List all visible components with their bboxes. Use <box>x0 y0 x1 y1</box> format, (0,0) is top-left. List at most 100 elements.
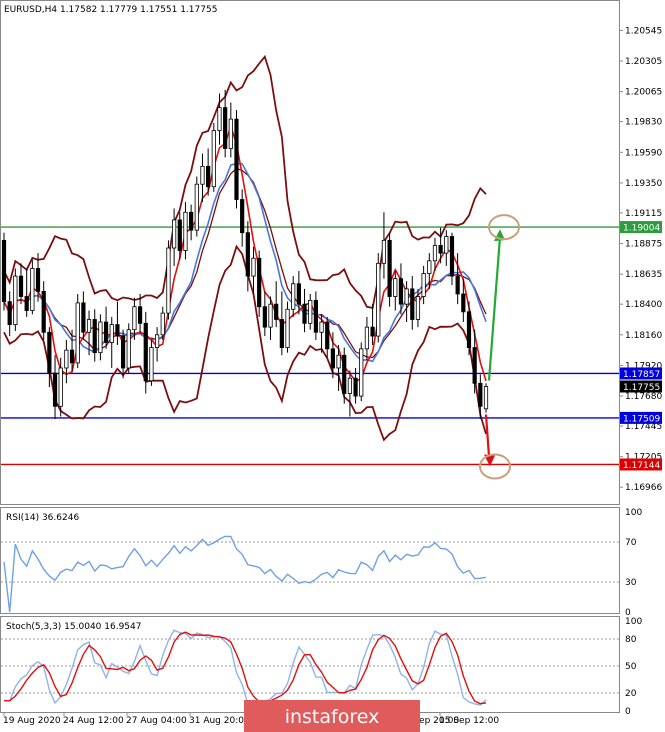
price-tick-label: 1.20545 <box>625 26 662 36</box>
candle-body <box>444 236 449 254</box>
candle-body <box>18 275 24 297</box>
level-tag-label: 1.17509 <box>623 414 660 424</box>
rsi-pane-frame <box>0 507 620 614</box>
candle-body <box>262 306 267 328</box>
candle-body <box>342 354 347 394</box>
candle-body <box>103 321 109 343</box>
candle-body <box>478 382 483 407</box>
candle-body <box>92 319 97 354</box>
target-circle-down <box>479 453 511 480</box>
candle-body <box>41 291 46 333</box>
time-tick-label: 31 Aug 20:00 <box>189 716 250 726</box>
candle-body <box>240 199 245 234</box>
stoch-tick-label: 50 <box>625 662 637 672</box>
candle-body <box>24 296 29 311</box>
price-tick-label: 1.18400 <box>625 300 662 310</box>
candle-body <box>381 239 387 264</box>
candle-body <box>47 331 52 374</box>
candle-body <box>245 232 250 277</box>
candle-body <box>285 308 290 348</box>
price-tick-label: 1.20305 <box>625 57 662 67</box>
level-tag-label: 1.19004 <box>623 224 660 234</box>
candle-body <box>347 377 353 394</box>
candle-body <box>398 278 404 305</box>
candle-body <box>359 348 364 397</box>
candle-body <box>13 275 18 325</box>
price-tick-label: 1.19830 <box>625 118 662 128</box>
candle-body <box>200 165 205 185</box>
candle-body <box>483 386 489 410</box>
rsi-tick-label: 30 <box>625 578 637 588</box>
candle-body <box>155 334 160 348</box>
candle-body <box>98 321 103 354</box>
candle-body <box>177 219 182 251</box>
rsi-tick-label: 100 <box>625 508 642 518</box>
candle-body <box>211 130 216 188</box>
price-tick-label: 1.19350 <box>625 179 662 189</box>
stoch-main-line <box>3 629 487 706</box>
candle-body <box>120 335 126 369</box>
main-pane-frame <box>0 0 620 505</box>
candle-body <box>52 372 58 407</box>
candle-body <box>319 321 324 333</box>
candle-body <box>1 239 7 303</box>
candle-body <box>115 324 120 337</box>
candle-body <box>149 347 154 382</box>
candle-body <box>308 299 313 324</box>
watermark-text: instaforex <box>285 706 380 728</box>
candle-body <box>109 324 114 343</box>
rsi-title: RSI(14) 36.6246 <box>6 513 79 523</box>
candle-body <box>393 278 398 297</box>
main-pane <box>1 54 619 480</box>
candle-body <box>35 268 41 292</box>
candle-body <box>291 283 296 310</box>
candle-body <box>217 107 222 131</box>
candle-body <box>274 303 279 320</box>
candle-body <box>325 321 330 350</box>
candle-body <box>7 301 12 325</box>
candle-body <box>206 165 211 188</box>
candle-body <box>81 302 86 333</box>
candle-body <box>160 312 165 336</box>
candle-body <box>189 211 194 231</box>
candle-body <box>251 257 256 277</box>
price-axis: 1.20545 1.20305 1.20065 1.19830 1.19590 1.193… <box>619 26 662 493</box>
candle-body <box>302 303 307 324</box>
stoch-tick-label: 80 <box>625 635 637 645</box>
price-tick-label: 1.16966 <box>625 483 662 493</box>
candle-body <box>472 347 477 384</box>
candle-body <box>330 348 335 369</box>
chart-canvas[interactable]: 10070300 1008050200 1.205451.203051.2006… <box>0 0 665 732</box>
candle-body <box>194 183 199 231</box>
candle-body <box>64 349 69 369</box>
level-tag-label: 1.17144 <box>623 461 660 471</box>
candle-body <box>183 211 188 251</box>
time-tick-label: 24 Aug 12:00 <box>63 716 124 726</box>
candle-body <box>410 288 415 320</box>
candle-body <box>223 107 228 149</box>
candle-body <box>387 239 392 297</box>
candle-body <box>461 293 466 313</box>
candle-body <box>449 236 455 277</box>
price-tick-label: 1.19115 <box>625 209 662 219</box>
price-tick-label: 1.18635 <box>625 270 662 280</box>
stoch-title: Stoch(5,3,3) 15.0040 16.9547 <box>6 622 141 632</box>
candle-body <box>58 367 63 407</box>
candle-body <box>296 283 301 305</box>
price-tick-label: 1.19590 <box>625 148 662 158</box>
candle-body <box>364 326 370 350</box>
candle-body <box>376 262 381 337</box>
candle-body <box>143 322 148 382</box>
stoch-tick-label: 0 <box>625 707 631 717</box>
price-tick-label: 1.17680 <box>625 392 662 402</box>
price-tick-label: 1.18160 <box>625 331 662 341</box>
price-tick-label: 1.18875 <box>625 240 662 250</box>
candle-body <box>438 245 443 254</box>
candle-body <box>268 303 273 328</box>
time-tick-label: 19 Aug 2020 <box>3 716 61 726</box>
rsi-pane: 10070300 <box>1 508 642 618</box>
price-tick-label: 1.20065 <box>625 88 662 98</box>
candle-body <box>370 326 375 337</box>
candle-body <box>279 319 284 348</box>
down-arrow-line <box>484 414 491 457</box>
